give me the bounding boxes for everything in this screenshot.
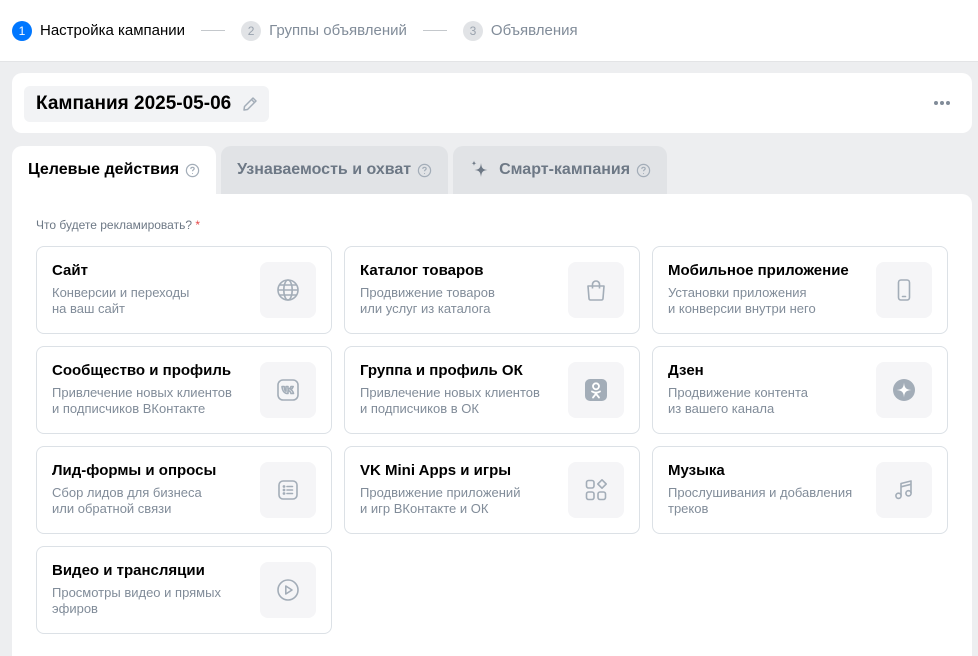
card-desc-line: эфиров — [52, 601, 98, 616]
card-title: Сообщество и профиль — [52, 362, 232, 379]
tab-smart-campaign[interactable]: Смарт-кампания — [453, 146, 668, 194]
step-separator — [422, 30, 447, 31]
card-title: Группа и профиль ОК — [360, 362, 523, 379]
step-separator — [201, 30, 226, 31]
play-circle-icon — [260, 562, 316, 618]
objective-card-catalog[interactable]: Каталог товаров Продвижение товаров или … — [344, 246, 640, 334]
card-desc-line: и подписчиков в ОК — [360, 401, 479, 416]
card-description: Продвижение товаров или услуг из каталог… — [360, 285, 560, 317]
card-title: Мобильное приложение — [668, 262, 849, 279]
card-desc-line: на ваш сайт — [52, 301, 125, 316]
card-desc-line: Конверсии и переходы — [52, 285, 190, 300]
card-desc-line: из вашего канала — [668, 401, 775, 416]
card-desc-line: Привлечение новых клиентов — [360, 385, 540, 400]
card-description: Установки приложения и конверсии внутри … — [668, 285, 868, 317]
card-description: Прослушивания и добавления треков — [668, 485, 868, 517]
music-note-icon — [876, 462, 932, 518]
card-desc-line: и подписчиков ВКонтакте — [52, 401, 206, 416]
objective-card-mobile-app[interactable]: Мобильное приложение Установки приложени… — [652, 246, 948, 334]
card-description: Конверсии и переходы на ваш сайт — [52, 285, 252, 317]
objective-question: Что будете рекламировать? * — [36, 218, 200, 232]
objective-card-music[interactable]: Музыка Прослушивания и добавления треков — [652, 446, 948, 534]
objective-card-mini-apps[interactable]: VK Mini Apps и игры Продвижение приложен… — [344, 446, 640, 534]
campaign-name-field[interactable]: Кампания 2025-05-06 — [24, 86, 270, 122]
tab-label: Целевые действия — [28, 161, 180, 178]
card-title: Лид-формы и опросы — [52, 462, 217, 479]
step-label: Группы объявлений — [269, 22, 407, 39]
objective-card-lead-forms[interactable]: Лид-формы и опросы Сбор лидов для бизнес… — [36, 446, 332, 534]
step-campaign-settings[interactable]: 1 Настройка кампании — [12, 20, 186, 41]
tab-label: Узнаваемость и охват — [237, 161, 412, 178]
card-description: Привлечение новых клиентов и подписчиков… — [52, 385, 252, 417]
step-ad-groups[interactable]: 2 Группы объявлений — [241, 20, 407, 41]
card-description: Привлечение новых клиентов и подписчиков… — [360, 385, 560, 417]
sparkle-icon — [469, 159, 491, 181]
card-title: Каталог товаров — [360, 262, 484, 279]
step-ads[interactable]: 3 Объявления — [462, 20, 578, 41]
step-number: 2 — [241, 20, 262, 41]
ok-logo-icon — [568, 362, 624, 418]
step-number: 1 — [12, 20, 32, 41]
campaign-header-card: Кампания 2025-05-06 — [12, 73, 972, 133]
vk-logo-icon — [260, 362, 316, 418]
card-title: Музыка — [668, 462, 725, 479]
list-form-icon — [260, 462, 316, 518]
card-desc-line: или обратной связи — [52, 501, 172, 516]
tab-target-actions[interactable]: Целевые действия — [12, 146, 217, 194]
step-label: Настройка кампании — [40, 22, 186, 39]
campaign-name: Кампания 2025-05-06 — [36, 93, 232, 114]
globe-icon — [260, 262, 316, 318]
apps-grid-icon — [568, 462, 624, 518]
card-desc-line: и конверсии внутри него — [668, 301, 816, 316]
card-desc-line: и игр ВКонтакте и ОК — [360, 501, 489, 516]
objective-card-video[interactable]: Видео и трансляции Просмотры видео и пря… — [36, 546, 332, 634]
help-icon[interactable] — [636, 163, 651, 178]
pencil-icon[interactable] — [241, 95, 259, 113]
card-title: Дзен — [668, 362, 704, 379]
card-description: Продвижение приложений и игр ВКонтакте и… — [360, 485, 560, 517]
objective-tabs: Целевые действия Узнаваемость и охват См… — [12, 146, 672, 194]
card-desc-line: Установки приложения — [668, 285, 807, 300]
card-title: VK Mini Apps и игры — [360, 462, 512, 479]
card-title: Сайт — [52, 262, 88, 279]
objective-card-site[interactable]: Сайт Конверсии и переходы на ваш сайт — [36, 246, 332, 334]
card-title: Видео и трансляции — [52, 562, 205, 579]
objective-panel: Что будете рекламировать? * Сайт Конверс… — [12, 194, 972, 656]
smartphone-icon — [876, 262, 932, 318]
step-label: Объявления — [490, 22, 578, 39]
objective-card-community[interactable]: Сообщество и профиль Привлечение новых к… — [36, 346, 332, 434]
objective-card-dzen[interactable]: Дзен Продвижение контента из вашего кана… — [652, 346, 948, 434]
card-desc-line: Привлечение новых клиентов — [52, 385, 232, 400]
card-desc-line: Прослушивания и добавления — [668, 485, 853, 500]
question-text: Что будете рекламировать? — [36, 218, 193, 232]
card-desc-line: Продвижение приложений — [360, 485, 521, 500]
card-description: Продвижение контента из вашего канала — [668, 385, 868, 417]
stepper: 1 Настройка кампании 2 Группы объявлений… — [0, 0, 978, 62]
tab-label: Смарт-кампания — [499, 161, 631, 178]
card-desc-line: Просмотры видео и прямых — [52, 585, 221, 600]
required-mark: * — [195, 218, 201, 232]
card-desc-line: Сбор лидов для бизнеса — [52, 485, 202, 500]
card-description: Сбор лидов для бизнеса или обратной связ… — [52, 485, 252, 517]
card-description: Просмотры видео и прямых эфиров — [52, 585, 252, 617]
card-desc-line: Продвижение контента — [668, 385, 808, 400]
card-desc-line: Продвижение товаров — [360, 285, 495, 300]
help-icon[interactable] — [417, 163, 432, 178]
tab-awareness-reach[interactable]: Узнаваемость и охват — [221, 146, 449, 194]
more-dots-icon — [933, 100, 951, 106]
card-desc-line: треков — [668, 501, 709, 516]
step-number: 3 — [462, 20, 483, 41]
card-desc-line: или услуг из каталога — [360, 301, 491, 316]
help-icon[interactable] — [185, 163, 200, 178]
objective-card-ok-group[interactable]: Группа и профиль ОК Привлечение новых кл… — [344, 346, 640, 434]
shopping-bag-icon — [568, 262, 624, 318]
more-options-button[interactable] — [930, 93, 954, 113]
dzen-logo-icon — [876, 362, 932, 418]
